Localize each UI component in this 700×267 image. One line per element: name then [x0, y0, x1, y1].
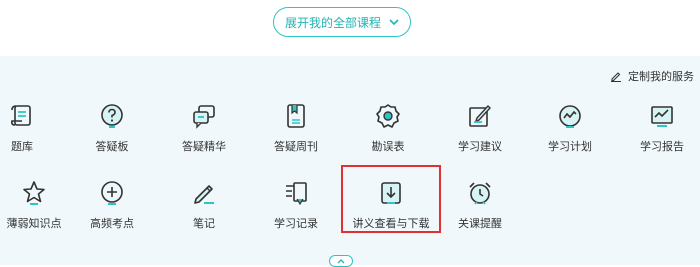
chat-icon [190, 102, 218, 130]
tile-label: 学习建议 [458, 140, 502, 153]
service-tile-qa-weekly[interactable]: 答疑周刊 [250, 102, 342, 164]
service-tile-qa-board[interactable]: 答疑板 [66, 102, 158, 164]
highlight-box [341, 165, 441, 233]
chevron-up-icon [337, 258, 345, 264]
chevron-down-icon [389, 18, 399, 26]
service-tile-study-records[interactable]: 学习记录 [250, 179, 342, 241]
service-tile-class-reminder[interactable]: 关课提醒 [434, 179, 526, 241]
collapse-panel-button[interactable] [329, 255, 353, 267]
service-tile-study-plan[interactable]: 学习计划 [524, 102, 616, 164]
plus-circle-icon [98, 179, 126, 207]
header-area: 展开我的全部课程 [0, 0, 700, 56]
tile-label: 高频考点 [90, 217, 134, 230]
customize-services-link[interactable]: 定制我的服务 [610, 68, 694, 84]
pulse-icon [556, 102, 584, 130]
customize-services-label: 定制我的服务 [628, 70, 694, 83]
tile-label: 学习记录 [274, 217, 318, 230]
alarm-icon [466, 179, 494, 207]
service-tile-question-bank[interactable]: 题库 [0, 102, 68, 164]
edit-icon [466, 102, 494, 130]
pencil-edit-icon [610, 70, 622, 82]
service-tile-study-advice[interactable]: 学习建议 [434, 102, 526, 164]
expand-courses-button[interactable]: 展开我的全部课程 [273, 7, 411, 37]
tile-label: 薄弱知识点 [6, 217, 62, 230]
tile-label: 笔记 [193, 217, 215, 230]
question-icon [98, 102, 126, 130]
service-tile-study-report[interactable]: 学习报告 [616, 102, 700, 164]
tile-label: 题库 [11, 140, 33, 153]
service-tile-qa-essence[interactable]: 答疑精华 [158, 102, 250, 164]
service-tile-notes[interactable]: 笔记 [158, 179, 250, 241]
tile-label: 勘误表 [371, 140, 405, 153]
book-icon [282, 102, 310, 130]
tile-label: 学习报告 [640, 140, 684, 153]
service-tile-frequent-points[interactable]: 高频考点 [66, 179, 158, 241]
pencil-icon [190, 179, 218, 207]
gear-icon [374, 102, 402, 130]
tile-label: 答疑周刊 [274, 140, 318, 153]
tile-label: 学习计划 [548, 140, 592, 153]
report-icon [648, 102, 676, 130]
list-icon [282, 179, 310, 207]
service-tile-errata[interactable]: 勘误表 [342, 102, 434, 164]
tile-label: 答疑精华 [182, 140, 226, 153]
scroll-icon [8, 102, 36, 130]
tile-label: 答疑板 [95, 140, 129, 153]
tile-label: 关课提醒 [458, 217, 502, 230]
star-icon [20, 179, 48, 207]
expand-courses-label: 展开我的全部课程 [284, 15, 381, 30]
